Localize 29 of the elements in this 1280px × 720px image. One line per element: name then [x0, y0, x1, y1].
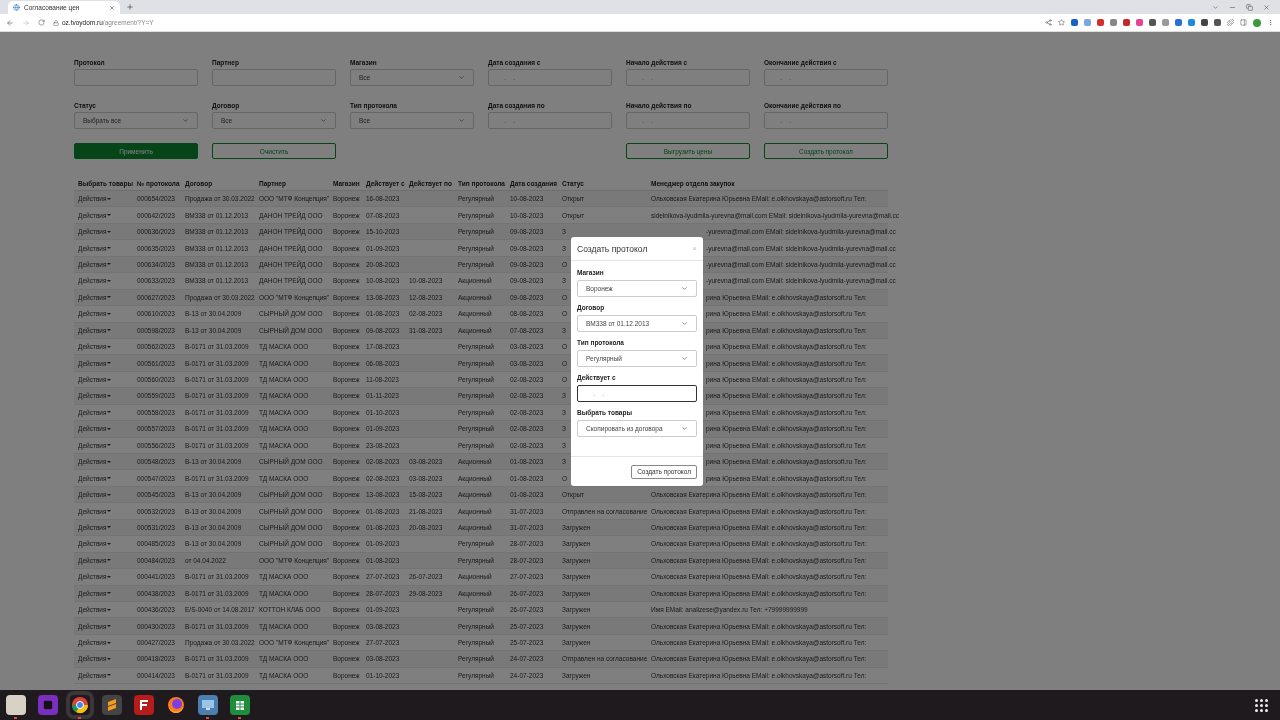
chevron-down-icon: [681, 425, 688, 432]
browser-icon[interactable]: [166, 695, 186, 715]
editor-icon[interactable]: [102, 695, 122, 715]
globe-icon: [13, 4, 20, 11]
ftp-client-icon[interactable]: [134, 695, 154, 715]
chevron-icon[interactable]: [1212, 3, 1219, 11]
close-icon[interactable]: [1263, 3, 1270, 11]
chevron-down-icon: [681, 320, 688, 327]
avatar-icon[interactable]: [1253, 18, 1261, 27]
reload-icon[interactable]: [38, 19, 45, 26]
new-tab-icon[interactable]: [126, 3, 134, 11]
chevron-down-icon: [681, 285, 688, 292]
lock-icon: [53, 19, 59, 26]
text-field[interactable]: [212, 69, 336, 86]
chevron-down-icon: [458, 117, 465, 124]
star-icon[interactable]: [1058, 19, 1065, 26]
restore-icon[interactable]: [1246, 3, 1253, 11]
chevron-down-icon: [458, 74, 465, 81]
back-icon[interactable]: [6, 18, 14, 27]
puzzle-icon[interactable]: [1227, 19, 1234, 26]
dialog-title: Создать протокол: [577, 243, 648, 254]
text-field[interactable]: [74, 69, 198, 86]
side-panel-icon[interactable]: [1240, 19, 1247, 26]
share-icon[interactable]: [1045, 19, 1052, 26]
ide-icon[interactable]: [38, 695, 58, 715]
chevron-down-icon: [320, 117, 327, 124]
chevron-down-icon: [681, 355, 688, 362]
close-icon[interactable]: [109, 4, 115, 11]
chevron-down-icon: [182, 117, 189, 124]
